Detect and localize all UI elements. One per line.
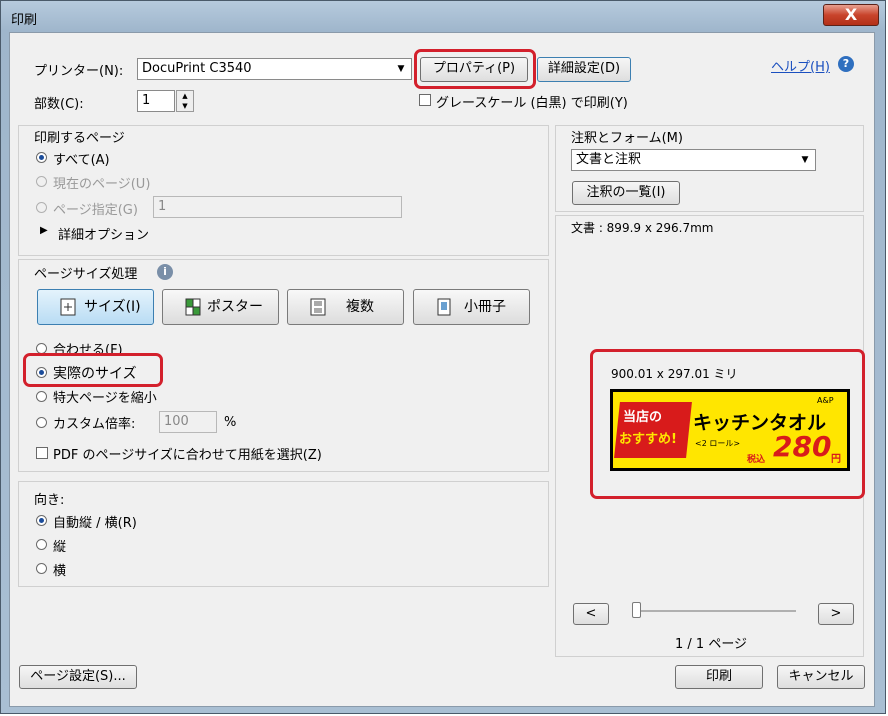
copies-input[interactable]: 1 bbox=[137, 90, 175, 112]
document-size: 文書 : 899.9 x 296.7mm bbox=[571, 221, 714, 235]
page-size-icon bbox=[60, 298, 76, 316]
prev-page-button[interactable]: < bbox=[573, 603, 609, 625]
print-button[interactable]: 印刷 bbox=[675, 665, 763, 689]
booklet-button[interactable]: 小冊子 bbox=[413, 289, 530, 325]
preview-size: 900.01 x 297.01 ミリ bbox=[611, 367, 738, 381]
orientation-auto-radio[interactable] bbox=[36, 515, 47, 526]
preview-tax: 税込 bbox=[747, 455, 766, 465]
shrink-label: 特大ページを縮小 bbox=[53, 391, 157, 406]
comments-heading: 注釈とフォーム(M) bbox=[571, 131, 683, 146]
advanced-button[interactable]: 詳細設定(D) bbox=[537, 57, 631, 82]
help-icon[interactable]: ? bbox=[838, 56, 854, 72]
sizing-heading: ページサイズ処理 bbox=[34, 267, 138, 282]
printer-select[interactable]: DocuPrint C3540 ▼ bbox=[137, 58, 412, 80]
page-setup-button[interactable]: ページ設定(S)... bbox=[19, 665, 137, 689]
preview-brand: A&P bbox=[817, 396, 834, 405]
orientation-portrait-radio[interactable] bbox=[36, 539, 47, 550]
preview-sub: <2 ロール> bbox=[695, 439, 741, 448]
info-icon[interactable]: i bbox=[157, 264, 173, 280]
expand-triangle-icon[interactable]: ▶ bbox=[40, 225, 48, 236]
window-title: 印刷 bbox=[11, 13, 38, 28]
poster-icon bbox=[185, 298, 201, 316]
poster-button[interactable]: ポスター bbox=[162, 289, 279, 325]
orientation-portrait-label: 縦 bbox=[53, 540, 67, 555]
size-button-label: サイズ(I) bbox=[84, 299, 141, 315]
title-bar[interactable]: 印刷 X bbox=[1, 1, 885, 33]
multiple-pages-icon bbox=[310, 298, 326, 316]
pages-range-label: ページ指定(G) bbox=[53, 203, 138, 218]
booklet-button-label: 小冊子 bbox=[464, 299, 506, 315]
next-page-button[interactable]: > bbox=[818, 603, 854, 625]
highlight-actual-size bbox=[23, 353, 163, 387]
copies-stepper[interactable]: ▲ ▼ bbox=[176, 90, 194, 112]
help-link[interactable]: ヘルプ(H) bbox=[771, 56, 830, 75]
printer-value: DocuPrint C3540 bbox=[142, 61, 252, 76]
pages-all-label: すべて(A) bbox=[53, 153, 110, 168]
multiple-button-label: 複数 bbox=[346, 299, 374, 315]
chevron-up-icon[interactable]: ▲ bbox=[177, 91, 193, 101]
cancel-button[interactable]: キャンセル bbox=[777, 665, 865, 689]
size-button[interactable]: サイズ(I) bbox=[37, 289, 154, 325]
page-slider-thumb[interactable] bbox=[632, 602, 641, 618]
orientation-landscape-label: 横 bbox=[53, 564, 67, 579]
orientation-landscape-radio[interactable] bbox=[36, 563, 47, 574]
chevron-down-icon[interactable]: ▼ bbox=[177, 101, 193, 111]
comments-value: 文書と注釈 bbox=[576, 152, 642, 167]
dialog-client-area: プリンター(N): DocuPrint C3540 ▼ プロパティ(P) 詳細設… bbox=[9, 32, 875, 707]
copies-label: 部数(C): bbox=[34, 97, 84, 112]
shrink-radio[interactable] bbox=[36, 391, 47, 402]
preview-price: 280 bbox=[773, 430, 832, 463]
comments-select[interactable]: 文書と注釈 ▼ bbox=[571, 149, 816, 171]
chevron-down-icon: ▼ bbox=[801, 155, 809, 165]
poster-button-label: ポスター bbox=[207, 299, 263, 315]
custom-scale-radio[interactable] bbox=[36, 417, 47, 428]
pages-range-input[interactable]: 1 bbox=[153, 196, 402, 218]
choose-paper-checkbox[interactable] bbox=[36, 447, 48, 459]
preview-label: 当店の おすすめ! A&P キッチンタオル <2 ロール> 税込 280 円 bbox=[613, 392, 847, 468]
orientation-auto-label: 自動縦 / 横(R) bbox=[53, 516, 137, 531]
grayscale-checkbox[interactable] bbox=[419, 94, 431, 106]
printer-label: プリンター(N): bbox=[34, 64, 124, 79]
pages-range-radio[interactable] bbox=[36, 202, 47, 213]
custom-scale-input[interactable]: 100 bbox=[159, 411, 217, 433]
print-dialog: 印刷 X プリンター(N): DocuPrint C3540 ▼ プロパティ(P… bbox=[0, 0, 886, 714]
custom-scale-label: カスタム倍率: bbox=[53, 417, 136, 432]
orientation-heading: 向き: bbox=[34, 493, 65, 508]
preview-yen: 円 bbox=[831, 454, 841, 465]
booklet-icon bbox=[437, 298, 451, 316]
pages-all-radio[interactable] bbox=[36, 152, 47, 163]
choose-paper-label: PDF のページサイズに合わせて用紙を選択(Z) bbox=[53, 448, 322, 463]
close-button[interactable]: X bbox=[823, 4, 879, 26]
pages-current-label: 現在のページ(U) bbox=[53, 177, 151, 192]
chevron-down-icon: ▼ bbox=[397, 64, 405, 74]
percent-label: % bbox=[224, 415, 237, 430]
pages-current-radio[interactable] bbox=[36, 176, 47, 187]
highlight-properties bbox=[414, 49, 536, 89]
page-slider-track[interactable] bbox=[636, 610, 796, 612]
page-info: 1 / 1 ページ bbox=[675, 637, 748, 652]
comments-summary-button[interactable]: 注釈の一覧(I) bbox=[572, 181, 680, 205]
pages-heading: 印刷するページ bbox=[34, 131, 125, 146]
preview-left-text-1: 当店の bbox=[623, 410, 663, 425]
grayscale-label: グレースケール (白黒) で印刷(Y) bbox=[436, 96, 628, 111]
orientation-group bbox=[18, 481, 549, 587]
multiple-button[interactable]: 複数 bbox=[287, 289, 404, 325]
preview-left-text-2: おすすめ! bbox=[619, 432, 677, 447]
preview-page: 当店の おすすめ! A&P キッチンタオル <2 ロール> 税込 280 円 bbox=[610, 389, 850, 471]
more-options-toggle[interactable]: 詳細オプション bbox=[58, 224, 149, 243]
